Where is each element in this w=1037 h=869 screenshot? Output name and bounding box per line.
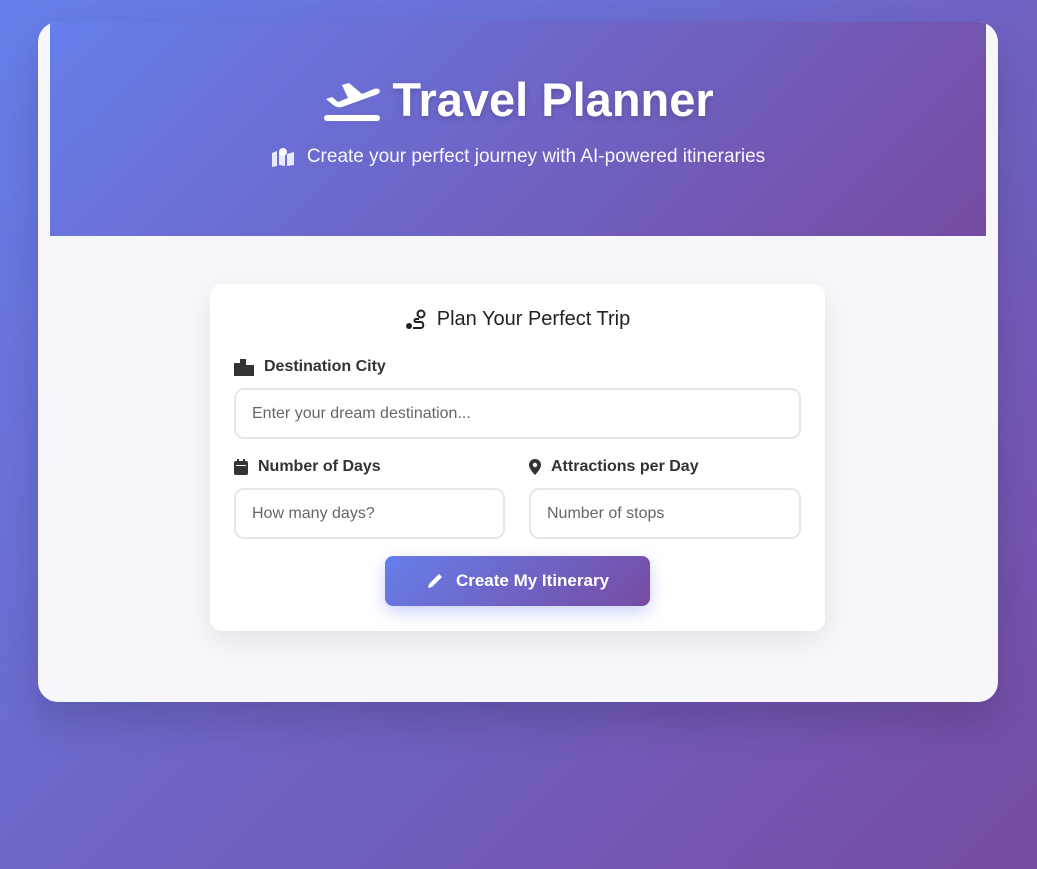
destination-label: Destination City (234, 358, 386, 376)
form-title: Plan Your Perfect Trip (210, 308, 825, 331)
map-location-icon (271, 148, 294, 167)
button-label: Create My Itinerary (455, 571, 610, 590)
attractions-label: Attractions per Day (529, 458, 699, 476)
days-label: Number of Days (234, 458, 381, 476)
days-input[interactable] (234, 488, 505, 539)
attractions-label-text: Attractions per Day (551, 458, 699, 475)
days-label-text: Number of Days (258, 458, 381, 475)
page-subtitle: Create your perfect journey with AI-powe… (50, 146, 986, 168)
route-icon (405, 309, 426, 329)
form-title-text: Plan Your Perfect Trip (436, 308, 631, 330)
page-title: Travel Planner (50, 72, 986, 127)
main-container: Travel Planner Create your perfect journ… (38, 22, 998, 702)
calendar-icon (234, 459, 248, 475)
attractions-input[interactable] (529, 488, 801, 539)
pencil-icon (427, 574, 442, 588)
create-itinerary-button[interactable]: Create My Itinerary (385, 556, 650, 606)
destination-input[interactable] (234, 388, 801, 439)
subtitle-text: Create your perfect journey with AI-powe… (306, 146, 766, 167)
plane-departure-icon (324, 82, 381, 121)
city-icon (234, 358, 254, 376)
header: Travel Planner Create your perfect journ… (50, 22, 986, 236)
trip-form-card: Plan Your Perfect Trip Destination City … (210, 284, 825, 631)
title-text: Travel Planner (392, 73, 714, 126)
map-pin-icon (529, 459, 541, 475)
destination-label-text: Destination City (264, 358, 386, 375)
